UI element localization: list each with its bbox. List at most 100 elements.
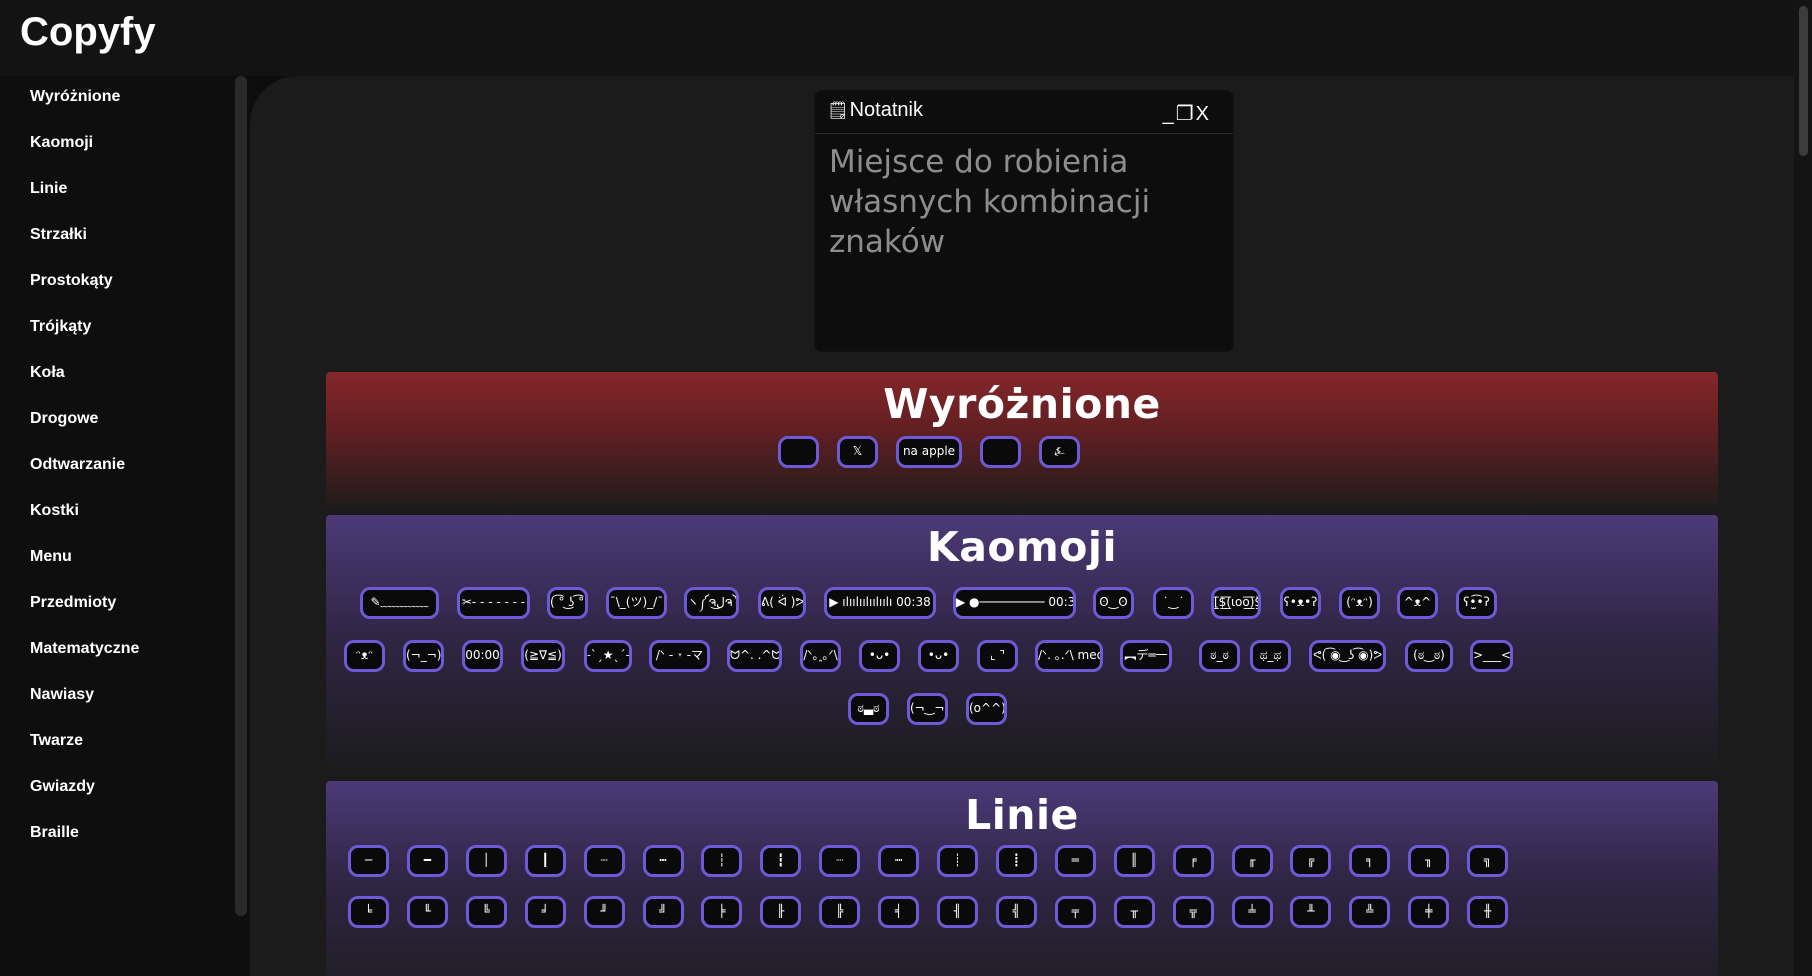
symbol-chip[interactable]: ⌞ ⌝ (977, 640, 1018, 672)
symbol-chip[interactable]: ˗ˋˏ★ˎˊ˗ (584, 640, 632, 672)
symbol-chip[interactable]: ╣ (995, 896, 1037, 928)
symbol-chip[interactable]: ಠ▃ಠ (848, 693, 889, 725)
sidebar-item-kaomoji[interactable]: Kaomoji (30, 134, 93, 164)
symbol-chip[interactable]: ┃ (524, 845, 566, 877)
symbol-chip[interactable] (980, 436, 1021, 468)
sidebar-item-gwiazdy[interactable]: Gwiazdy (30, 778, 95, 808)
symbol-chip[interactable]: na apple (896, 436, 962, 468)
symbol-chip[interactable]: ┉ (878, 845, 920, 877)
symbol-chip[interactable]: ╚ (465, 896, 507, 928)
symbol-chip[interactable]: (≧∇≦) (521, 640, 565, 672)
symbol-chip[interactable]: ╙ (406, 896, 448, 928)
symbol-chip[interactable]: /ᐠ - ˕ -マ (649, 640, 710, 672)
sidebar-item-trojkaty[interactable]: Trójkąty (30, 318, 91, 348)
sidebar-item-braille[interactable]: Braille (30, 824, 79, 854)
notepad-textarea[interactable] (815, 134, 1233, 349)
sidebar-item-drogowe[interactable]: Drogowe (30, 410, 98, 440)
symbol-chip[interactable]: ╓ (1231, 845, 1273, 877)
symbol-chip[interactable]: ┇ (760, 845, 802, 877)
symbol-chip[interactable]: ─ (348, 845, 389, 877)
symbol-chip[interactable]: ╧ (1231, 896, 1273, 928)
symbol-chip[interactable]: ︻デ═一 (1120, 640, 1172, 672)
symbol-chip[interactable]: ╡ (878, 896, 920, 928)
symbol-chip[interactable]: (o^^)o (966, 693, 1007, 725)
page-scrollbar-thumb[interactable] (1799, 6, 1808, 156)
symbol-chip[interactable]: │ (465, 845, 507, 877)
symbol-chip[interactable]: >___< (1470, 640, 1513, 672)
symbol-chip[interactable]: ═ (1054, 845, 1096, 877)
symbol-chip[interactable]: ヽ༼ຈل͜ຈ༽ﾉ (684, 587, 739, 619)
symbol-chip[interactable]: ᕕ( ᐛ )ᕗ (758, 587, 806, 619)
symbol-chip[interactable]: ┋ (995, 845, 1037, 877)
symbol-chip[interactable]: ╕ (1349, 845, 1391, 877)
symbol-chip[interactable]: ━ (406, 845, 448, 877)
symbol-chip[interactable]: ╠ (819, 896, 861, 928)
symbol-chip[interactable]: ✂- - - - - - - (457, 587, 530, 619)
symbol-chip[interactable]: ᗢ^. .^ᗢ (727, 640, 782, 672)
sidebar-item-linie[interactable]: Linie (30, 180, 67, 210)
symbol-chip[interactable]: ╢ (937, 896, 978, 928)
symbol-chip[interactable]: ʘ‿ʘ (1093, 587, 1134, 619)
symbol-chip[interactable]: ╛ (524, 896, 566, 928)
symbol-chip[interactable]: ┄ (583, 845, 625, 877)
symbol-chip[interactable]: ┅ (642, 845, 684, 877)
symbol-chip[interactable]: /ᐠ. ｡.ᐟ\ meow (1035, 640, 1103, 672)
symbol-chip[interactable]: ^ᴥ^ (1397, 587, 1438, 619)
symbol-chip[interactable]: ┆ (701, 845, 743, 877)
sidebar-item-prostokaty[interactable]: Prostokąty (30, 272, 113, 302)
symbol-chip[interactable]: ╩ (1349, 896, 1391, 928)
sidebar-item-menu[interactable]: Menu (30, 548, 72, 578)
symbol-chip[interactable]: ▶ ●───────── 00:38 (953, 587, 1076, 619)
symbol-chip[interactable]: ╔ (1290, 845, 1332, 877)
symbol-chip[interactable]: ║ (1113, 845, 1155, 877)
symbol-chip[interactable]: (ᵔᴥᵔ) (1339, 587, 1380, 619)
symbol-chip[interactable]: ╖ (1408, 845, 1450, 877)
symbol-chip[interactable]: ⍼ (1039, 436, 1080, 468)
symbol-chip[interactable]: ┊ (937, 845, 978, 877)
symbol-chip[interactable]: •ᴗ• (859, 640, 900, 672)
symbol-chip[interactable]: ╥ (1113, 896, 1155, 928)
symbol-chip[interactable]: ╞ (701, 896, 743, 928)
sidebar-item-kostki[interactable]: Kostki (30, 502, 79, 532)
symbol-chip[interactable]: ¯\_(ツ)_/¯ (606, 587, 667, 619)
symbol-chip[interactable]: ʕ•ᴥ•ʔ (1280, 587, 1321, 619)
symbol-chip[interactable]: ╨ (1290, 896, 1332, 928)
sidebar-item-kola[interactable]: Koła (30, 364, 65, 394)
symbol-chip[interactable]: ʕ•̫͡•ʔ (1456, 587, 1497, 619)
symbol-chip[interactable]: ╪ (1408, 896, 1450, 928)
symbol-chip[interactable]: •ᴗ• (918, 640, 959, 672)
symbol-chip[interactable]: (¬‿¬") (907, 693, 948, 725)
symbol-chip[interactable]: ╫ (1467, 896, 1509, 928)
symbol-chip[interactable] (778, 436, 819, 468)
symbol-chip[interactable]: ( ͡° ͜ʖ ͡°) (547, 587, 588, 619)
sidebar-scrollbar[interactable] (235, 76, 247, 916)
sidebar-item-twarze[interactable]: Twarze (30, 732, 83, 762)
symbol-chip[interactable]: ˙‿˙ (1153, 587, 1194, 619)
sidebar-item-odtwarzanie[interactable]: Odtwarzanie (30, 456, 125, 486)
symbol-chip[interactable]: ╘ (348, 896, 389, 928)
symbol-chip[interactable]: /ᐠ｡ꞈ｡ᐟ\ (800, 640, 841, 672)
symbol-chip[interactable]: ╜ (583, 896, 625, 928)
symbol-chip[interactable]: ᵔᴥᵔ (344, 640, 385, 672)
symbol-chip[interactable]: ╝ (642, 896, 684, 928)
symbol-chip[interactable]: 00:00 (462, 640, 503, 672)
symbol-chip[interactable]: (ಠ‿ಠ) (1405, 640, 1453, 672)
symbol-chip[interactable]: ┈ (819, 845, 861, 877)
symbol-chip[interactable]: ╟ (760, 896, 802, 928)
sidebar-item-strzalki[interactable]: Strzałki (30, 226, 87, 256)
symbol-chip[interactable]: ╗ (1467, 845, 1509, 877)
symbol-chip[interactable]: ╦ (1172, 896, 1214, 928)
symbol-chip[interactable]: (¬_¬) (403, 640, 444, 672)
notepad-window-controls[interactable]: _❐X (1163, 101, 1211, 126)
symbol-chip[interactable]: ಥ_ಥ (1250, 640, 1291, 672)
sidebar-item-nawiasy[interactable]: Nawiasy (30, 686, 94, 716)
symbol-chip[interactable]: 𝕏 (837, 436, 878, 468)
symbol-chip[interactable]: ╤ (1054, 896, 1096, 928)
symbol-chip[interactable]: [̲̅$̲̅(̲̅ιοο̲̅)̲̅$̲̅] (1211, 587, 1261, 619)
symbol-chip[interactable]: ╒ (1172, 845, 1214, 877)
symbol-chip[interactable]: ᕙ( ͡◉ ͜ ʖ ͡◉)ᕗ (1309, 640, 1386, 672)
sidebar-item-wyroznione[interactable]: Wyróżnione (30, 88, 120, 118)
symbol-chip[interactable]: ಠ_ಠ (1199, 640, 1240, 672)
sidebar-item-matematyczne[interactable]: Matematyczne (30, 640, 139, 670)
sidebar-item-przedmioty[interactable]: Przedmioty (30, 594, 116, 624)
